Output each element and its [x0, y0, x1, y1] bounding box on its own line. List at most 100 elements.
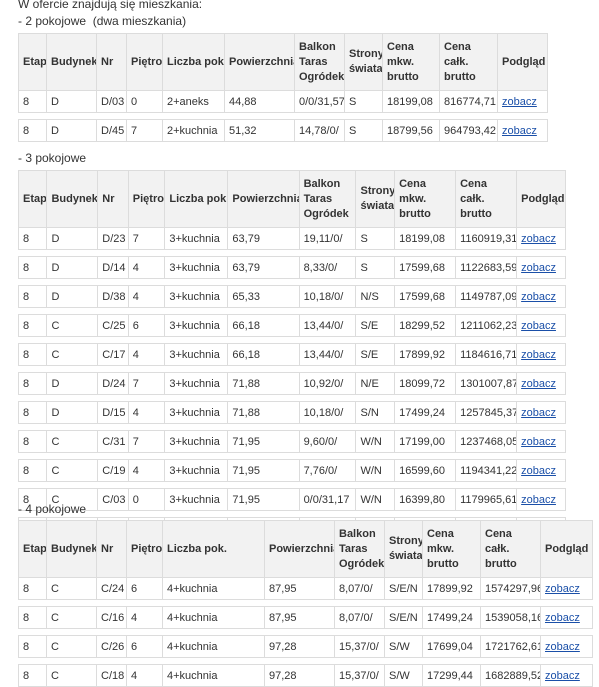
cell-nr: C/26 [96, 635, 127, 658]
cell-etap: 8 [18, 635, 47, 658]
table-row: 8 C C/16 4 4+kuchnia 87,95 8,07/0/S/E/N 17499,2… [18, 606, 593, 629]
cell-nr: C/03 [97, 488, 129, 511]
cell-budynek: C [46, 343, 99, 366]
view-link[interactable]: zobacz [521, 320, 556, 332]
column-header-budynek: Budynek [46, 170, 99, 228]
row-spacer [18, 307, 566, 315]
row-spacer [18, 423, 566, 431]
column-header-liczba-pok: Liczba pok. [162, 33, 225, 91]
cell-cena-mkw: 17599,68 [394, 285, 457, 308]
view-link[interactable]: zobacz [502, 125, 537, 137]
view-link[interactable]: zobacz [545, 670, 580, 682]
cell-budynek: D [46, 285, 99, 308]
cell-pietro: 7 [126, 119, 163, 142]
view-link[interactable]: zobacz [521, 233, 556, 245]
cell-strony-swiata: W/N [355, 488, 396, 511]
row-spacer-cell [18, 278, 566, 286]
column-header-etap: Etap [18, 520, 47, 578]
row-spacer-cell [18, 423, 566, 431]
view-link[interactable]: zobacz [521, 262, 556, 274]
cell-pietro: 4 [127, 343, 166, 366]
cell-powierzchnia: 65,33 [227, 285, 300, 308]
cell-balkon-taras-ogrodek: 7,76/0/ [298, 459, 357, 482]
cell-liczba-pok: 3+kuchnia [164, 314, 229, 337]
view-link[interactable]: zobacz [545, 583, 580, 595]
cell-pietro: 6 [126, 635, 163, 658]
cell-powierzchnia: 97,28 [264, 635, 335, 658]
cell-podglad: zobacz [516, 459, 566, 482]
header-row: Etap Budynek Nr Piętro Liczba pok. Powierzchn… [18, 33, 548, 91]
intro-text: W ofercie znajdują się mieszkania: [18, 0, 203, 11]
cell-nr: D/24 [97, 372, 129, 395]
cell-podglad: zobacz [540, 635, 593, 658]
cell-pietro: 0 [127, 488, 166, 511]
cell-cena-calk: 816774,71 [439, 90, 498, 113]
column-header-powierzchnia: Powierzchnia [264, 520, 335, 578]
cell-strony-swiata: S [355, 227, 396, 250]
view-link[interactable]: zobacz [521, 349, 556, 361]
cell-strony-swiata: S/N [355, 401, 396, 424]
column-header-liczba-pok: Liczba pok. [162, 520, 265, 578]
cell-balkon-taras-ogrodek: 15,37/0/ [334, 635, 385, 658]
header-row: Etap Budynek Nr Piętro Liczba pok. Powierzchn… [18, 520, 593, 578]
cell-podglad: zobacz [497, 119, 548, 142]
cell-balkon-taras-ogrodek: 0/0/31,17 [298, 488, 357, 511]
cell-pietro: 7 [127, 227, 166, 250]
cell-cena-mkw: 18799,56 [382, 119, 440, 142]
view-link[interactable]: zobacz [521, 436, 556, 448]
cell-liczba-pok: 3+kuchnia [164, 285, 229, 308]
cell-powierzchnia: 51,32 [224, 119, 295, 142]
cell-pietro: 4 [126, 606, 163, 629]
cell-budynek: D [46, 119, 97, 142]
view-link[interactable]: zobacz [521, 291, 556, 303]
cell-powierzchnia: 66,18 [227, 343, 300, 366]
cell-cena-calk: 1301007,87 [455, 372, 518, 395]
row-spacer [18, 278, 566, 286]
row-spacer [18, 657, 593, 665]
view-link[interactable]: zobacz [545, 612, 580, 624]
cell-etap: 8 [17, 256, 48, 279]
row-spacer [18, 481, 566, 489]
table-row: 8 C C/31 7 3+kuchnia 71,95 9,60/0/W/N 17199,00 1… [17, 430, 566, 453]
view-link[interactable]: zobacz [521, 407, 556, 419]
cell-liczba-pok: 4+kuchnia [162, 577, 265, 600]
cell-etap: 8 [17, 372, 48, 395]
cell-strony-swiata: S/E/N [384, 606, 423, 629]
cell-nr: D/03 [96, 90, 127, 113]
cell-balkon-taras-ogrodek: 15,37/0/ [334, 664, 385, 687]
view-link[interactable]: zobacz [521, 465, 556, 477]
column-header-powierzchnia: Powierzchnia [227, 170, 300, 228]
cell-pietro: 7 [127, 430, 166, 453]
cell-cena-mkw: 18199,08 [394, 227, 457, 250]
table-row: 8 C C/03 0 3+kuchnia 71,95 0/0/31,17 W/N 16399,8… [17, 488, 566, 511]
view-link[interactable]: zobacz [521, 494, 556, 506]
cell-podglad: zobacz [516, 285, 566, 308]
table-row: 8 D D/03 0 2+aneks 44,88 0/0/31,57 S 18199,08 816… [18, 90, 548, 113]
column-header-cena-calk: Cena całk. brutto [439, 33, 498, 91]
row-spacer-cell [18, 112, 548, 120]
column-header-balkon-taras-ogrodek: Balkon Taras Ogródek [294, 33, 345, 91]
page: W ofercie znajdują się mieszkania: - 2 p… [0, 0, 599, 687]
cell-liczba-pok: 2+kuchnia [162, 119, 225, 142]
cell-cena-calk: 1160919,31 [455, 227, 518, 250]
column-header-etap: Etap [17, 170, 48, 228]
table-row: 8 C C/24 6 4+kuchnia 87,95 8,07/0/S/E/N 17899,9… [18, 577, 593, 600]
cell-nr: C/18 [96, 664, 127, 687]
section-label-2-rooms: - 2 pokojowe (dwa mieszkania) [18, 14, 187, 28]
row-spacer [18, 336, 566, 344]
cell-cena-calk: 1721762,61 [480, 635, 541, 658]
cell-budynek: C [46, 314, 99, 337]
cell-liczba-pok: 3+kuchnia [164, 227, 229, 250]
cell-cena-mkw: 17699,04 [422, 635, 481, 658]
view-link[interactable]: zobacz [521, 378, 556, 390]
header-row: Etap Budynek Nr Piętro Liczba pok. Powierzchn… [17, 170, 566, 228]
offer-table-4-rooms: Etap Budynek Nr Piętro Liczba pok. Powierzchn… [18, 520, 593, 687]
view-link[interactable]: zobacz [545, 641, 580, 653]
cell-nr: C/31 [97, 430, 129, 453]
view-link[interactable]: zobacz [502, 96, 537, 108]
cell-nr: D/45 [96, 119, 127, 142]
cell-liczba-pok: 4+kuchnia [162, 635, 265, 658]
section-label-3-rooms: - 3 pokojowe [18, 151, 87, 165]
cell-balkon-taras-ogrodek: 13,44/0/ [298, 343, 357, 366]
cell-strony-swiata: S/E [355, 343, 396, 366]
